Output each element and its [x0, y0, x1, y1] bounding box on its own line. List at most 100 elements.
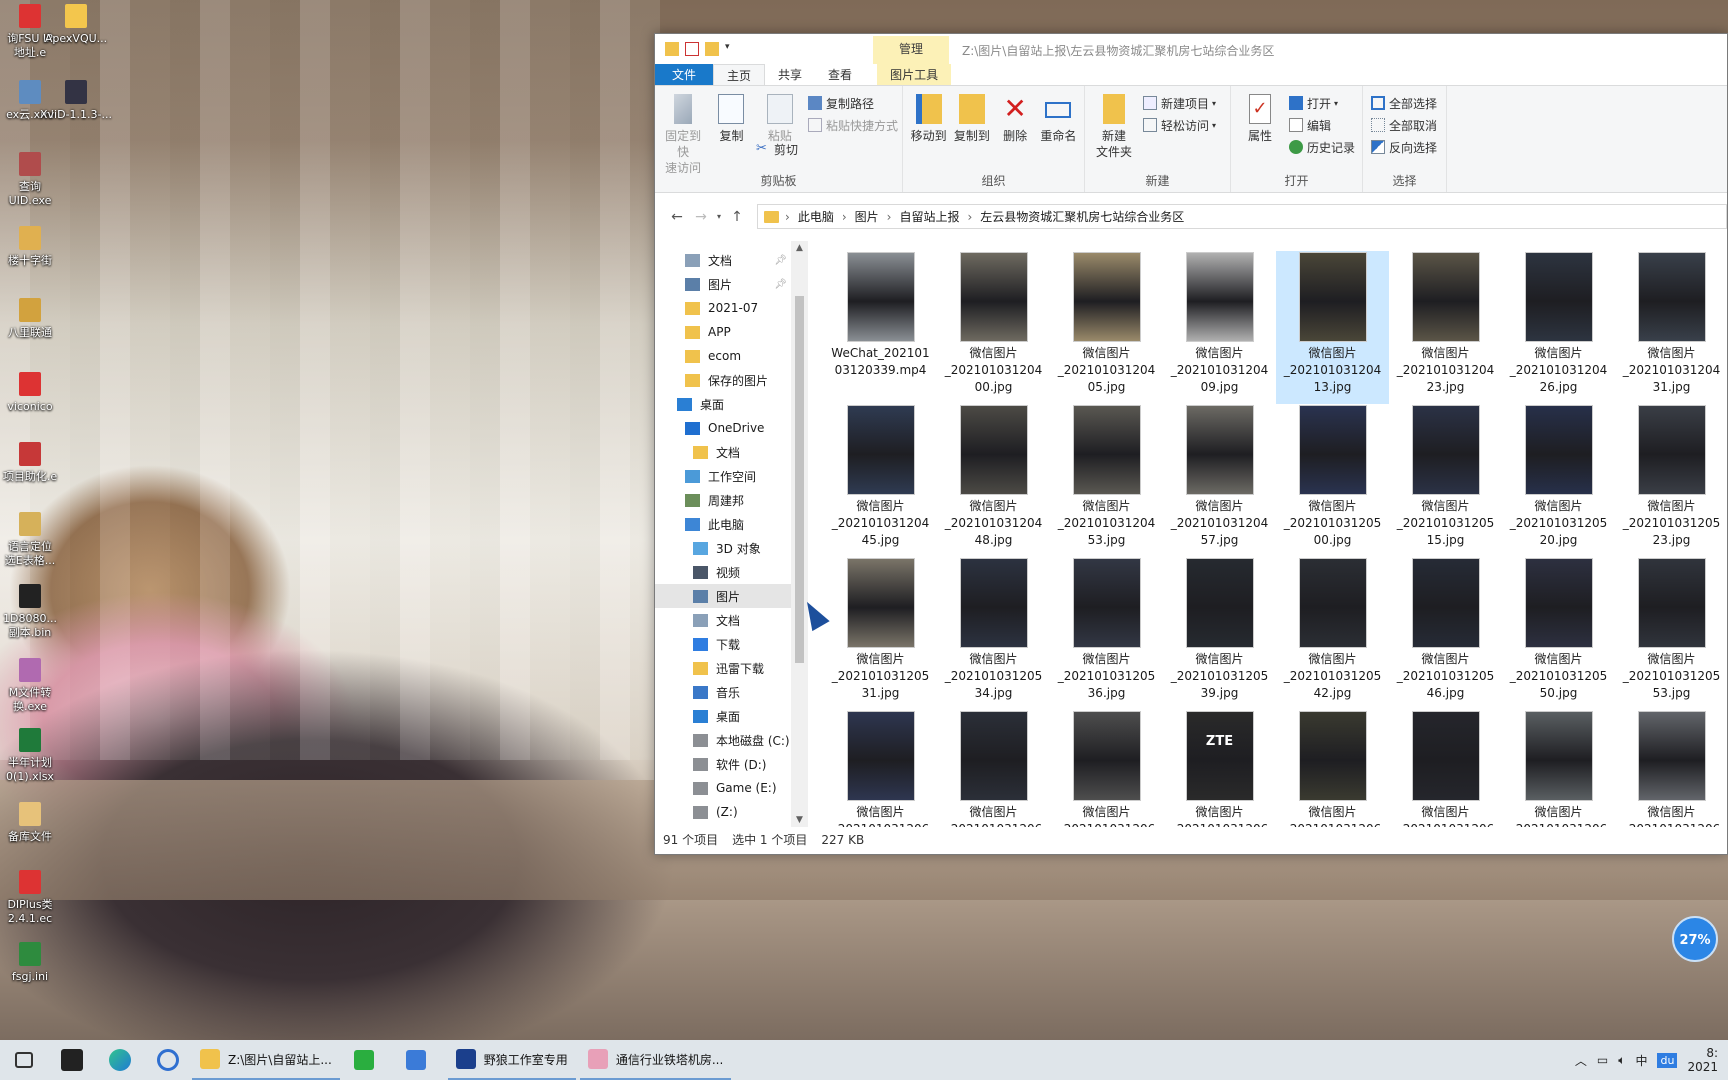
- taskbar-window-button[interactable]: [396, 1040, 444, 1080]
- file-item[interactable]: 微信图片 _202101031204 13.jpg: [1276, 251, 1389, 404]
- file-item[interactable]: 微信图片 _202101031205 50.jpg: [1502, 557, 1615, 710]
- nav-item[interactable]: 迅雷下载: [655, 656, 791, 680]
- edit-button[interactable]: 编辑: [1289, 116, 1355, 134]
- file-item[interactable]: 微信图片 _202101031204 00.jpg: [937, 251, 1050, 404]
- folder-icon[interactable]: [665, 42, 679, 56]
- task-view-button[interactable]: [0, 1040, 48, 1080]
- desktop-icon[interactable]: XviD-1.1.3-...: [30, 78, 122, 122]
- nav-item[interactable]: 图片 📌︎: [655, 272, 791, 296]
- progress-badge[interactable]: 27%: [1672, 916, 1718, 962]
- nav-item[interactable]: 图片: [655, 584, 791, 608]
- breadcrumb-this-pc[interactable]: 此电脑: [798, 208, 834, 225]
- desktop-icon[interactable]: 项目助化.e: [0, 440, 76, 484]
- back-icon[interactable]: ←: [665, 209, 689, 225]
- nav-item[interactable]: APP: [655, 320, 791, 344]
- address-bar[interactable]: › 此电脑 › 图片 › 自留站上报 › 左云县物资城汇聚机房七站综合业务区: [757, 204, 1727, 229]
- desktop-icon[interactable]: 语言定位 选E表格...: [0, 510, 76, 568]
- open-button[interactable]: 打开 ▾: [1289, 94, 1355, 112]
- select-none-button[interactable]: 全部取消: [1371, 116, 1437, 134]
- nav-item[interactable]: 下载: [655, 632, 791, 656]
- file-item[interactable]: 微信图片 _202101031205 31.jpg: [824, 557, 937, 710]
- nav-item[interactable]: 文档 📌︎: [655, 248, 791, 272]
- nav-item[interactable]: (Z:): [655, 800, 791, 824]
- paste-shortcut-button[interactable]: 粘贴快捷方式: [807, 116, 898, 134]
- du-app-icon[interactable]: du: [1657, 1052, 1678, 1068]
- file-item[interactable]: 微信图片 _202101031204 57.jpg: [1163, 404, 1276, 557]
- nav-item[interactable]: 文档: [655, 608, 791, 632]
- desktop-icon[interactable]: 楼十字街: [0, 224, 76, 268]
- nav-item[interactable]: ecom: [655, 344, 791, 368]
- file-item[interactable]: 微信图片 _202101031204 45.jpg: [824, 404, 937, 557]
- nav-item[interactable]: 桌面: [655, 392, 791, 416]
- desktop-icon[interactable]: ApexVQU...: [30, 2, 122, 46]
- new-folder-icon[interactable]: [705, 42, 719, 56]
- chevron-down-icon[interactable]: ▾: [725, 42, 733, 56]
- nav-item[interactable]: 本地磁盘 (C:): [655, 728, 791, 752]
- file-item[interactable]: 微信图片 _202101031206: [937, 710, 1050, 827]
- nav-item[interactable]: OneDrive: [655, 416, 791, 440]
- breadcrumb-folder[interactable]: 自留站上报: [899, 208, 959, 225]
- nav-item[interactable]: 视频: [655, 560, 791, 584]
- nav-item[interactable]: 文档: [655, 440, 791, 464]
- select-all-button[interactable]: 全部选择: [1371, 94, 1437, 112]
- tab-home[interactable]: 主页: [713, 64, 766, 85]
- file-item[interactable]: 微信图片 _202101031205 36.jpg: [1050, 557, 1163, 710]
- file-item[interactable]: 微信图片 _202101031206: [1050, 710, 1163, 827]
- file-item[interactable]: 微信图片 _202101031204 53.jpg: [1050, 404, 1163, 557]
- nav-item[interactable]: 软件 (D:): [655, 752, 791, 776]
- file-item[interactable]: 微信图片 _202101031205 23.jpg: [1615, 404, 1727, 557]
- nav-item[interactable]: 工作空间: [655, 464, 791, 488]
- tab-view[interactable]: 查看: [815, 64, 865, 85]
- file-item[interactable]: 微信图片 _202101031204 23.jpg: [1389, 251, 1502, 404]
- new-item-button[interactable]: 新建项目 ▾: [1143, 94, 1216, 112]
- file-item[interactable]: 微信图片 _202101031205 53.jpg: [1615, 557, 1727, 710]
- nav-item[interactable]: 3D 对象: [655, 536, 791, 560]
- network-icon[interactable]: ▭: [1597, 1053, 1608, 1067]
- cut-button[interactable]: ✂ 剪切: [756, 140, 798, 158]
- volume-icon[interactable]: 🔈︎: [1618, 1053, 1625, 1068]
- tab-share[interactable]: 共享: [765, 64, 815, 85]
- nav-item[interactable]: Game (E:): [655, 776, 791, 800]
- breadcrumb-pictures[interactable]: 图片: [855, 208, 879, 225]
- forward-icon[interactable]: →: [689, 209, 713, 225]
- nav-item[interactable]: 2021-07: [655, 296, 791, 320]
- file-item[interactable]: 微信图片 _202101031205 00.jpg: [1276, 404, 1389, 557]
- properties-icon[interactable]: [685, 42, 699, 56]
- taskbar-window-button[interactable]: 通信行业铁塔机房...: [579, 1040, 732, 1080]
- desktop-icon[interactable]: viconico: [0, 370, 76, 414]
- invert-selection-button[interactable]: 反向选择: [1371, 138, 1437, 156]
- file-item[interactable]: ZTE 微信图片 _202101031206: [1163, 710, 1276, 827]
- tab-picture-tools[interactable]: 图片工具: [877, 64, 952, 85]
- history-button[interactable]: 历史记录: [1289, 138, 1355, 156]
- tab-file[interactable]: 文件: [655, 64, 714, 85]
- file-item[interactable]: 微信图片 _202101031206: [1389, 710, 1502, 827]
- desktop-icon[interactable]: 1D8080... 副本.bin: [0, 582, 76, 640]
- breadcrumb-current[interactable]: 左云县物资城汇聚机房七站综合业务区: [980, 208, 1184, 225]
- easy-access-button[interactable]: 轻松访问 ▾: [1143, 116, 1216, 134]
- scroll-down-icon[interactable]: ▼: [791, 815, 808, 825]
- file-item[interactable]: 微信图片 _202101031205 20.jpg: [1502, 404, 1615, 557]
- desktop-icon[interactable]: 备库文件: [0, 800, 76, 844]
- nav-scrollbar[interactable]: ▲ ▼: [791, 241, 808, 827]
- file-item[interactable]: WeChat_202101 03120339.mp4: [824, 251, 937, 404]
- taskbar-window-button[interactable]: 野狼工作室专用: [447, 1040, 576, 1080]
- desktop-icon[interactable]: DIPlus类 2.4.1.ec: [0, 868, 76, 926]
- copy-path-button[interactable]: 复制路径: [807, 94, 898, 112]
- desktop-icon[interactable]: fsgj.ini: [0, 940, 76, 984]
- desktop-icon[interactable]: 半年计划 0(1).xlsx: [0, 726, 76, 784]
- file-item[interactable]: 微信图片 _202101031205 15.jpg: [1389, 404, 1502, 557]
- file-item[interactable]: 微信图片 _202101031205 42.jpg: [1276, 557, 1389, 710]
- file-item[interactable]: 微信图片 _202101031204 09.jpg: [1163, 251, 1276, 404]
- file-item[interactable]: 微信图片 _202101031205 34.jpg: [937, 557, 1050, 710]
- file-item[interactable]: 微信图片 _202101031204 31.jpg: [1615, 251, 1727, 404]
- file-item[interactable]: 微信图片 _202101031204 05.jpg: [1050, 251, 1163, 404]
- nav-item[interactable]: 此电脑: [655, 512, 791, 536]
- file-item[interactable]: 微信图片 _202101031205 39.jpg: [1163, 557, 1276, 710]
- desktop-icon[interactable]: 八里联通: [0, 296, 76, 340]
- file-item[interactable]: 微信图片 _202101031205 46.jpg: [1389, 557, 1502, 710]
- nav-item[interactable]: 保存的图片: [655, 368, 791, 392]
- file-item[interactable]: 微信图片 _202101031204 48.jpg: [937, 404, 1050, 557]
- nav-item[interactable]: 周建邦: [655, 488, 791, 512]
- taskbar-window-button[interactable]: [344, 1040, 392, 1080]
- nav-item[interactable]: 桌面: [655, 704, 791, 728]
